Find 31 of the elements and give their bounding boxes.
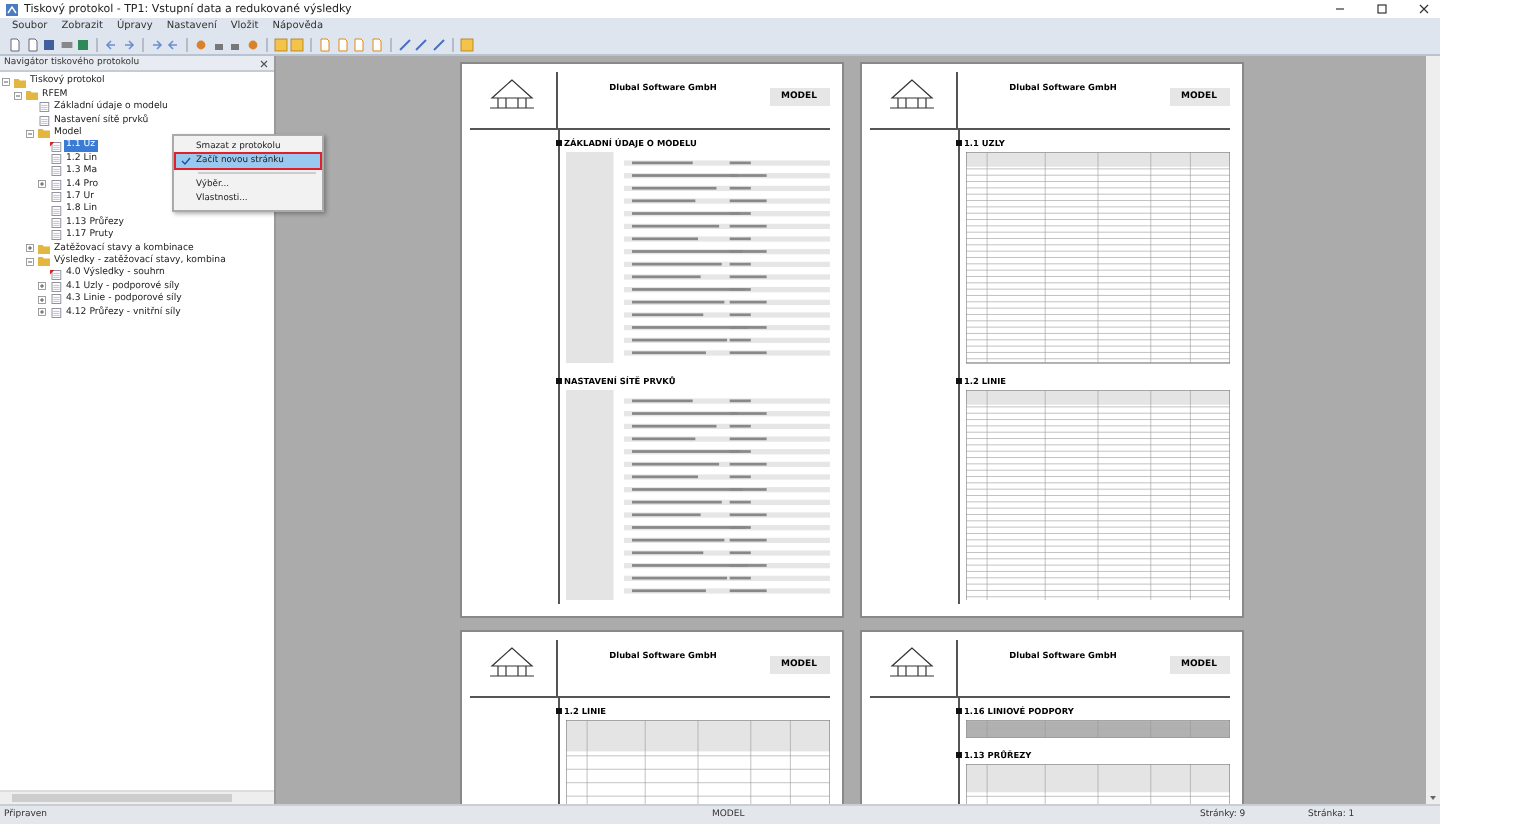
bullet-icon <box>955 140 961 146</box>
folder-icon <box>37 128 49 139</box>
bullet-icon <box>955 377 961 383</box>
collapse-icon[interactable] <box>26 129 34 138</box>
bullet-icon <box>555 377 561 383</box>
arrow-icon[interactable] <box>149 37 163 51</box>
bullet-icon <box>555 140 561 146</box>
expand-icon[interactable] <box>38 308 46 317</box>
minimize-icon[interactable] <box>1330 2 1350 16</box>
logo-icon <box>486 78 538 110</box>
arrow-icon[interactable] <box>121 37 135 51</box>
close-button[interactable] <box>258 57 270 69</box>
expand-icon[interactable] <box>38 295 46 304</box>
arrow-icon[interactable] <box>104 37 118 51</box>
expand-icon[interactable] <box>38 180 46 189</box>
scrollbar[interactable] <box>0 790 274 804</box>
logo-icon <box>486 646 538 678</box>
collapse-icon[interactable] <box>14 91 22 100</box>
expand-icon[interactable] <box>26 244 34 253</box>
logo-icon <box>886 78 938 110</box>
bullet-icon <box>555 708 561 714</box>
collapse-icon[interactable] <box>26 257 34 266</box>
bullet-icon <box>955 752 961 758</box>
bullet-icon <box>955 708 961 714</box>
logo-icon <box>886 646 938 678</box>
collapse-icon[interactable] <box>2 78 10 87</box>
expand-icon[interactable] <box>38 282 46 291</box>
maximize-icon[interactable] <box>1372 2 1392 16</box>
scrollbar[interactable] <box>1426 56 1440 804</box>
close-icon[interactable] <box>1414 2 1434 16</box>
arrow-icon[interactable] <box>166 37 180 51</box>
